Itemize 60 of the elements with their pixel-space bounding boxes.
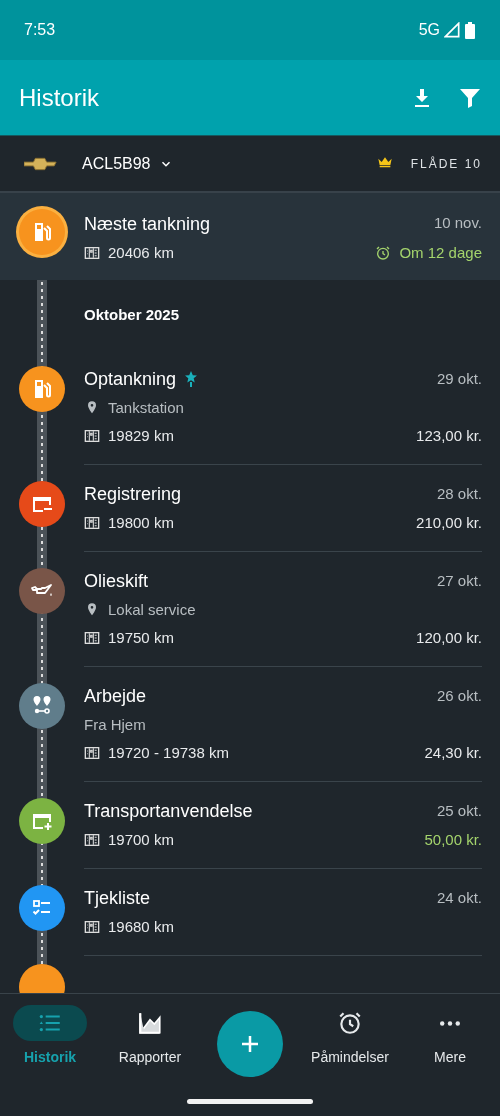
history-entry[interactable]: Olieskift 27 okt. Lokal service 19750 km 120,00 kr.: [0, 552, 500, 667]
signal-icon: [444, 22, 460, 38]
nav-tab[interactable]: Påmindelser: [300, 994, 400, 1116]
entry-title: Optankning: [84, 368, 177, 391]
entry-amount: 210,00 kr.: [416, 513, 482, 533]
history-entry[interactable]: Registrering 28 okt. 19800 km 210,00 kr.: [0, 465, 500, 552]
entry-amount: 120,00 kr.: [416, 628, 482, 648]
odometer-icon: [84, 245, 100, 261]
plan-label: FLÅDE 10: [410, 155, 482, 173]
chart-icon: [137, 1010, 163, 1036]
odometer-icon: [84, 919, 100, 935]
odometer-reading: 19720 - 19738 km: [108, 743, 229, 763]
entry-date: 24 okt.: [436, 888, 482, 908]
entry-date: 26 okt.: [436, 686, 482, 706]
entry-location: Lokal service: [108, 600, 196, 620]
odometer-icon: [84, 428, 100, 444]
due-label: Om 12 dage: [399, 243, 482, 263]
odometer-reading: 19800 km: [108, 513, 174, 533]
entry-title: Registrering: [84, 483, 182, 506]
alarm-clock-icon: [337, 1010, 363, 1036]
entry-title: Olieskift: [84, 570, 148, 593]
alarm-clock-icon: [375, 245, 392, 261]
entry-amount: 50,00 kr.: [424, 830, 482, 850]
entry-date: 28 okt.: [436, 484, 482, 504]
network-type: 5G: [418, 20, 440, 40]
entry-location: Tankstation: [108, 398, 184, 418]
history-entry[interactable]: Arbejde 26 okt. Fra Hjem 19720 - 19738 km 24,30 kr.: [0, 667, 500, 782]
car-brand-logo: [24, 156, 58, 171]
battery-icon: [464, 21, 476, 39]
history-entry[interactable]: Transportanvendelse 25 okt. 19700 km 50,00 kr.: [0, 782, 500, 869]
screen-title: Historik: [19, 82, 99, 113]
odometer-reading: 19750 km: [108, 628, 174, 648]
entry-title: Næste tankning: [84, 213, 211, 236]
entry-date: 29 okt.: [436, 369, 482, 389]
odometer-reading: 20406 km: [108, 243, 174, 263]
odometer-reading: 19829 km: [108, 426, 174, 446]
entry-title: Arbejde: [84, 685, 147, 708]
upcoming-entry[interactable]: Næste tankning 10 nov. 20406 km Om 12 dage: [0, 193, 500, 280]
entry-date: 27 okt.: [436, 571, 482, 591]
vehicle-selector[interactable]: ACL5B98: [82, 151, 173, 176]
month-header: Oktober 2025: [83, 305, 181, 325]
entry-date: 10 nov.: [433, 213, 482, 233]
entry-date: 25 okt.: [436, 801, 482, 821]
nav-tab[interactable]: Historik: [0, 994, 100, 1116]
entry-amount: 24,30 kr.: [424, 743, 482, 763]
history-entry[interactable]: Optankning 29 okt. Tankstation 19829 km 123,00 kr.: [0, 350, 500, 465]
odometer-icon: [84, 745, 100, 761]
entry-title: Transportanvendelse: [84, 800, 253, 823]
history-entry[interactable]: Tjekliste 24 okt. 19680 km: [0, 869, 500, 956]
nav-tab[interactable]: Mere: [400, 994, 500, 1116]
status-time: 7:53: [24, 20, 56, 40]
odometer-reading: 19700 km: [108, 830, 174, 850]
entry-note: Fra Hjem: [84, 715, 147, 735]
entry-title: Tjekliste: [84, 887, 150, 910]
odometer-icon: [84, 515, 100, 531]
odometer-reading: 19680 km: [108, 917, 174, 937]
more-icon: [440, 1020, 460, 1026]
odometer-icon: [84, 630, 100, 646]
entry-amount: 123,00 kr.: [416, 426, 482, 446]
odometer-icon: [84, 832, 100, 848]
